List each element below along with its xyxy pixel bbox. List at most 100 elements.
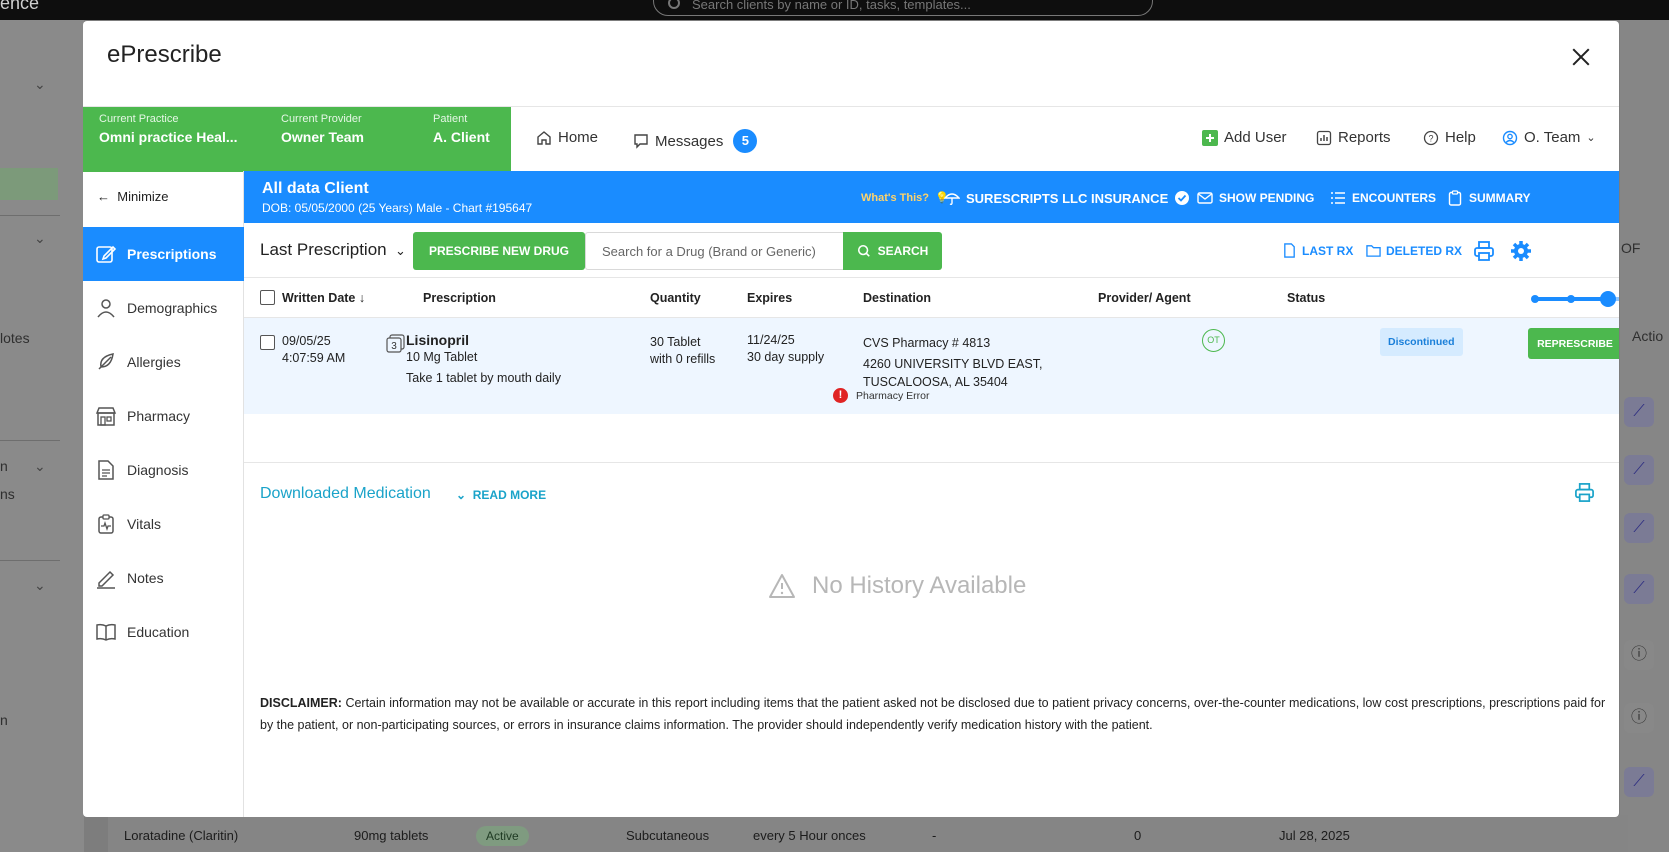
column-label: Written Date xyxy=(282,291,356,305)
search-button[interactable]: SEARCH xyxy=(843,232,942,270)
info-icon: ⓘ xyxy=(1624,703,1654,733)
nav-home-label: Home xyxy=(558,129,599,146)
svg-text:3: 3 xyxy=(391,341,397,352)
minimize-label: Minimize xyxy=(117,189,169,204)
written-date-cell: 09/05/25 4:07:59 AM xyxy=(282,333,345,367)
whats-this-link[interactable]: What's This? 💡 xyxy=(861,191,949,204)
provider-avatar: OT xyxy=(1202,329,1225,352)
insurance-button[interactable]: SURESCRIPTS LLC INSURANCE xyxy=(944,190,1190,206)
written-time: 4:07:59 AM xyxy=(282,351,346,365)
arrow-left-icon: ← xyxy=(97,189,110,204)
current-patient-label: Patient xyxy=(433,113,468,125)
column-width-slider[interactable] xyxy=(1531,291,1619,307)
background-table-row xyxy=(108,815,1628,852)
deleted-rx-button[interactable]: DELETED RX xyxy=(1366,243,1462,258)
supply-days: 30 day supply xyxy=(747,350,825,364)
show-pending-button[interactable]: SHOW PENDING xyxy=(1197,190,1314,206)
prescription-cell[interactable]: Lisinopril 10 Mg Tablet Take 1 tablet by… xyxy=(406,332,561,387)
background-brand: ence xyxy=(0,0,40,13)
envelope-icon xyxy=(1197,192,1213,204)
sidebar-item-label: Education xyxy=(127,624,190,640)
summary-button[interactable]: SUMMARY xyxy=(1447,190,1531,206)
chevron-down-icon: ⌄ xyxy=(1586,132,1596,144)
sidebar-item-allergies[interactable]: Allergies xyxy=(83,335,244,389)
patient-banner: All data Client DOB: 05/05/2000 (25 Year… xyxy=(244,171,1619,223)
view-select[interactable]: Last Prescription ⌄ xyxy=(260,240,406,260)
table-row: 09/05/25 4:07:59 AM 3 Lisinopril 10 Mg T… xyxy=(244,318,1619,414)
check-circle-icon xyxy=(1175,191,1190,205)
sidebar-item-prescriptions[interactable]: Prescriptions xyxy=(83,227,244,281)
bar-chart-icon xyxy=(1316,130,1332,145)
read-more-link[interactable]: ⌄ READ MORE xyxy=(456,488,546,502)
patient-dob: DOB: 05/05/2000 (25 Years) Male - Chart … xyxy=(262,201,533,215)
current-patient[interactable]: Patient A. Client xyxy=(433,113,490,145)
clipboard-pulse-icon xyxy=(98,514,114,534)
home-icon xyxy=(537,130,551,145)
close-icon[interactable] xyxy=(1569,45,1593,69)
column-provider: Provider/ Agent xyxy=(1098,291,1191,305)
last-rx-button[interactable]: LAST RX xyxy=(1282,243,1353,258)
store-icon xyxy=(95,407,117,426)
sidebar-item-label: Allergies xyxy=(127,354,181,370)
printer-icon[interactable] xyxy=(1574,482,1595,503)
pharmacy-name: CVS Pharmacy # 4813 xyxy=(863,336,991,350)
current-provider-label: Current Provider xyxy=(281,113,362,125)
sidebar-item-education[interactable]: Education xyxy=(83,605,244,659)
add-user-button[interactable]: Add User xyxy=(1202,129,1287,146)
disclaimer: DISCLAIMER: Certain information may not … xyxy=(260,692,1606,736)
printer-icon[interactable] xyxy=(1473,240,1495,262)
sidebar-item-demographics[interactable]: Demographics xyxy=(83,281,244,335)
nav-messages[interactable]: Messages 5 xyxy=(633,129,758,153)
top-navigation: Current Practice Omni practice Heal... C… xyxy=(83,106,1619,172)
warning-icon xyxy=(769,574,795,598)
drug-search-input[interactable] xyxy=(585,232,843,270)
help-button[interactable]: ? Help xyxy=(1423,129,1476,146)
pharmacy-error: ! Pharmacy Error xyxy=(833,388,930,403)
slider-stop xyxy=(1567,295,1575,303)
sidebar-item-notes[interactable]: Notes xyxy=(83,551,244,605)
minimize-button[interactable]: ← Minimize xyxy=(97,189,169,204)
column-status: Status xyxy=(1287,291,1326,305)
document-icon xyxy=(98,460,114,480)
user-menu[interactable]: O. Team ⌄ xyxy=(1502,129,1596,146)
background-text: ns xyxy=(0,486,15,502)
sidebar-item-label: Prescriptions xyxy=(127,246,217,262)
prescribe-new-drug-button[interactable]: PRESCRIBE NEW DRUG xyxy=(413,232,585,270)
row-checkbox[interactable] xyxy=(260,335,275,350)
slider-handle[interactable] xyxy=(1600,291,1616,307)
drug-name[interactable]: Lisinopril xyxy=(406,332,561,349)
gear-icon[interactable] xyxy=(1510,240,1532,262)
reports-label: Reports xyxy=(1338,129,1391,146)
slider-stop xyxy=(1531,295,1539,303)
column-written-date[interactable]: Written Date ↓ xyxy=(282,291,365,305)
nav-home[interactable]: Home xyxy=(536,129,598,146)
svg-text:?: ? xyxy=(1428,133,1433,143)
current-practice[interactable]: Current Practice Omni practice Heal... xyxy=(99,113,238,145)
user-menu-label: O. Team xyxy=(1524,129,1581,146)
column-prescription: Prescription xyxy=(423,291,496,305)
search-icon xyxy=(668,0,680,9)
clipboard-icon xyxy=(1448,190,1462,206)
reports-button[interactable]: Reports xyxy=(1316,129,1391,146)
encounters-button[interactable]: ENCOUNTERS xyxy=(1330,190,1436,206)
background-cell: Jul 28, 2025 xyxy=(1279,828,1350,843)
downloaded-medication-title: Downloaded Medication xyxy=(260,485,431,502)
background-topbar: ence Search clients by name or ID, tasks… xyxy=(0,0,1669,20)
sidebar-item-vitals[interactable]: Vitals xyxy=(83,497,244,551)
sidebar-item-label: Diagnosis xyxy=(127,462,189,478)
trend-icon: ⟋ xyxy=(1624,397,1654,427)
status-badge: Discontinued xyxy=(1380,328,1463,356)
sidebar-item-pharmacy[interactable]: Pharmacy xyxy=(83,389,244,443)
trend-icon: ⟋ xyxy=(1624,513,1654,543)
select-all-checkbox[interactable] xyxy=(260,290,275,305)
column-destination: Destination xyxy=(863,291,932,305)
background-status-badge: Active xyxy=(476,826,529,846)
background-divider xyxy=(0,560,60,561)
add-user-label: Add User xyxy=(1224,129,1287,146)
chat-icon xyxy=(634,134,648,149)
user-circle-icon xyxy=(1502,130,1518,145)
represcribe-button[interactable]: REPRESCRIBE xyxy=(1528,328,1619,359)
eprescribe-modal: ePrescribe Current Practice Omni practic… xyxy=(83,21,1619,817)
sidebar-item-diagnosis[interactable]: Diagnosis xyxy=(83,443,244,497)
current-provider[interactable]: Current Provider Owner Team xyxy=(281,113,364,145)
